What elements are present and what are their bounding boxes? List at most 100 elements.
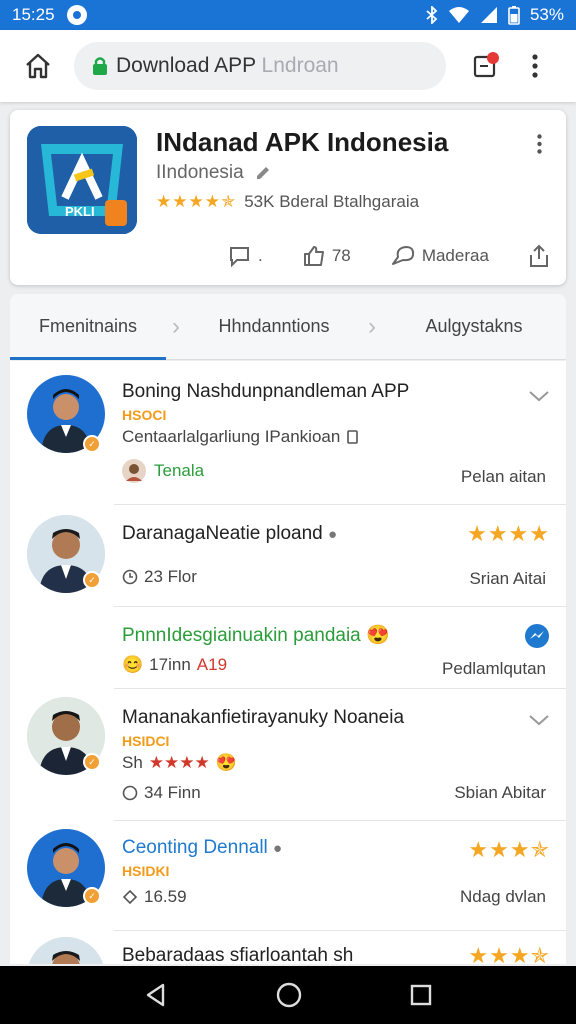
copy-icon [347, 430, 359, 444]
card-actions: . 78 Maderaa [228, 240, 550, 272]
clock-icon [122, 569, 138, 585]
tab-first[interactable]: Fmenitnains [10, 294, 166, 360]
comment-meta: 16.59 [122, 887, 187, 907]
comment-meta-text: 23 Flor [144, 567, 197, 586]
tabs-button[interactable] [466, 46, 506, 86]
comment-stars: ★★★★ [148, 753, 210, 772]
reply-icon [391, 246, 414, 265]
rating-prefix: Sh [122, 753, 143, 772]
comment-status: Sbian Abitar [454, 783, 546, 802]
comment-meta-text: 17inn [149, 655, 191, 674]
bluetooth-icon [426, 6, 438, 24]
battery-percent: 53% [529, 5, 564, 24]
comment-title-text: PnnnIdesgiainuakin pandaia [122, 625, 361, 646]
list-item[interactable]: Bebaradaas sfiarloantah sh ★★★✯ [10, 931, 566, 964]
tabs-icon [473, 52, 499, 78]
list-item[interactable]: ✓ Ceonting Dennall ● HSIDKI ★★★✯ 16.59 N… [10, 821, 566, 931]
overflow-menu-button[interactable] [520, 46, 550, 86]
comment-status: Ndag dvlan [459, 887, 546, 906]
reply-label: Maderaa [421, 246, 489, 265]
comment-line-text: Centaarlalgarliung IPankioan [122, 427, 341, 446]
back-icon[interactable] [143, 982, 169, 1008]
tag-icon [122, 889, 138, 905]
chevron-down-icon[interactable] [528, 389, 550, 403]
comment-action[interactable]: . [228, 244, 263, 268]
comment-stars: ★★★✯ [468, 943, 550, 964]
address-bar[interactable]: Download APP Lndroan [74, 42, 446, 90]
comment-meta: 34 Finn [122, 783, 201, 803]
tab-third-label: Aulgystakns [425, 316, 523, 336]
list-item[interactable]: ✓ DaranagaNeatie ploand ● ★★★★ 23 Flor S… [10, 505, 566, 607]
tab-second[interactable]: Hhndanntions [186, 294, 362, 359]
comment-meta: 23 Flor [122, 567, 197, 587]
author-name[interactable]: Tenala [154, 461, 204, 481]
share-action[interactable] [528, 244, 550, 268]
signal-icon [480, 7, 497, 23]
comment-title: Mananakanfietirayanuky Noaneia [122, 707, 405, 728]
url-text-faded: Lndroan [261, 54, 339, 77]
home-circle-icon[interactable] [275, 981, 303, 1009]
recents-icon[interactable] [409, 983, 433, 1007]
edit-icon [256, 167, 269, 179]
clock-icon [122, 785, 138, 801]
comment-status: Pelan aitan [460, 467, 546, 486]
comment-meta-text: 16.59 [144, 887, 187, 906]
system-nav-bar [0, 966, 576, 1024]
chevron-down-icon[interactable] [528, 713, 550, 727]
home-button[interactable] [14, 42, 62, 90]
list-item[interactable]: ✓ Mananakanfietirayanuky Noaneia HSIDCI … [10, 689, 566, 821]
chevron-right-icon: › [172, 312, 180, 340]
like-count: 78 [331, 246, 351, 265]
comment-title-text: DaranagaNeatie ploand [122, 523, 323, 544]
tab-third[interactable]: Aulgystakns [382, 294, 566, 359]
browser-toolbar: Download APP Lndroan [0, 30, 576, 102]
app-subtitle: IIndonesia [156, 162, 244, 183]
lock-icon: ● [273, 840, 283, 857]
comment-tag: HSIDCI [122, 733, 170, 749]
comment-meta-red: A19 [196, 655, 228, 674]
share-icon [530, 244, 548, 267]
wifi-icon [448, 7, 469, 23]
comment-line: Centaarlalgarliung IPankioan [122, 427, 360, 447]
messenger-icon[interactable] [524, 623, 550, 649]
author-info: Tenala [122, 459, 204, 483]
app-icon-label: PKLI [65, 204, 95, 219]
comment-title-text: Ceonting Dennall [122, 837, 268, 858]
list-item[interactable]: PnnnIdesgiainuakin pandaia 😍 😊 17inn A19… [10, 607, 566, 689]
comment-tag: HSIDKI [122, 863, 170, 879]
verified-badge-icon: ✓ [83, 887, 101, 905]
app-info-card: PKLI INdanad APK Indonesia IIndonesia ★★… [10, 110, 566, 285]
battery-icon [508, 6, 520, 25]
more-vert-icon [532, 54, 538, 78]
rating-text: 53K Bderal Btalhgaraia [244, 192, 420, 211]
home-icon [26, 53, 50, 79]
comment-stars: ★★★★ [467, 521, 550, 546]
status-time: 15:25 [12, 5, 55, 24]
comment-tag: HSOCI [122, 407, 167, 423]
comment-count: . [258, 246, 263, 265]
comment-rating: Sh ★★★★ 😍 [122, 753, 237, 773]
comment-meta-text: 34 Finn [144, 783, 201, 802]
comment-status: Pedlamlqutan [442, 659, 546, 678]
comment-title: Ceonting Dennall ● [122, 837, 282, 859]
app-title: INdanad APK Indonesia [156, 127, 449, 157]
thumbs-up-icon [303, 246, 324, 266]
comment-title: Boning Nashdunpnandleman APP [122, 381, 410, 402]
author-avatar [122, 459, 146, 483]
tab-first-label: Fmenitnains [38, 316, 138, 336]
app-icon[interactable]: PKLI [27, 126, 137, 234]
comment-status: Srian Aitai [469, 569, 546, 588]
chevron-right-icon: › [368, 312, 376, 340]
reply-action[interactable]: Maderaa [390, 244, 489, 268]
app-developer: IIndonesia [156, 162, 272, 184]
list-item[interactable]: ✓ Boning Nashdunpnandleman APP HSOCI Cen… [10, 361, 566, 505]
card-more-button[interactable] [532, 132, 546, 156]
verified-badge-icon: ✓ [83, 435, 101, 453]
comment-title: Bebaradaas sfiarloantah sh [122, 945, 354, 964]
app-logo-icon: PKLI [27, 126, 137, 234]
notification-icon [66, 5, 87, 25]
status-bar: 15:25 53% [0, 0, 576, 30]
like-action[interactable]: 78 [302, 244, 351, 268]
comment-list: ✓ Boning Nashdunpnandleman APP HSOCI Cen… [10, 361, 566, 964]
more-vert-icon [536, 134, 542, 154]
